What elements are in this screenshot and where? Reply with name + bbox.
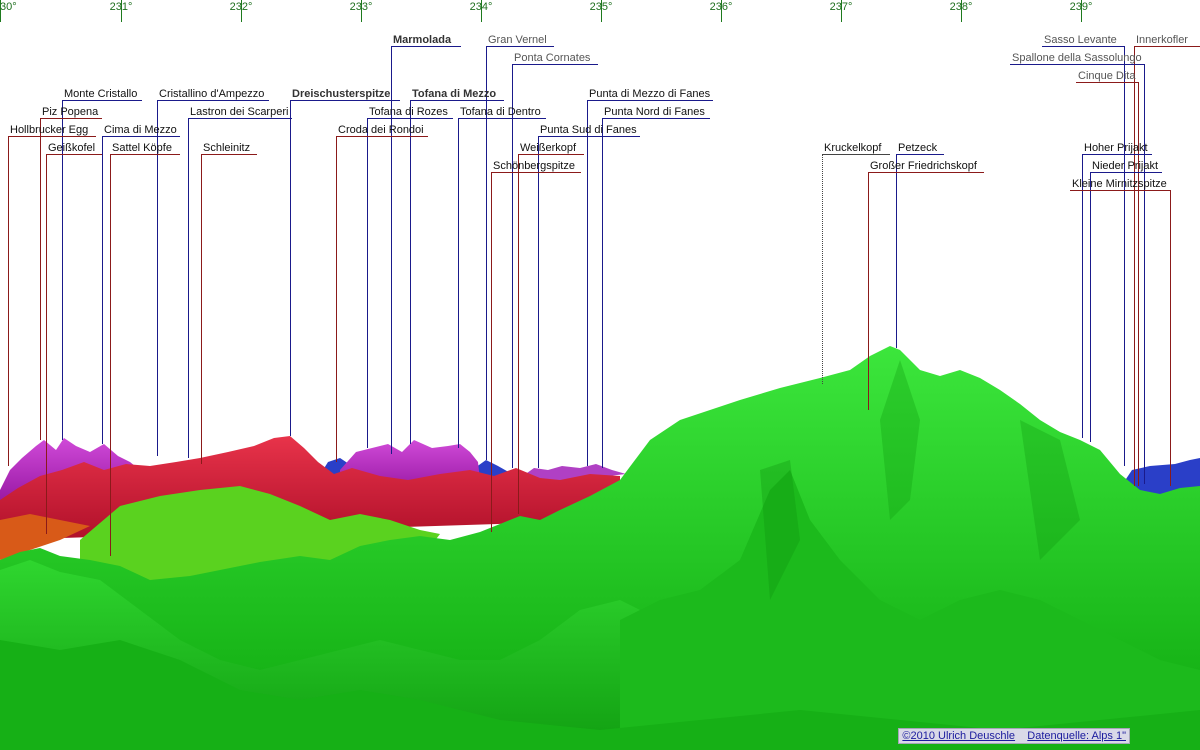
peak-label-lastron: Lastron dei Scarperi [190, 106, 289, 118]
peak-label-ponta-cornates: Ponta Cornates [514, 52, 591, 64]
peak-leader-sattel-koepfe [110, 154, 111, 556]
peak-label-weisserkopf: Weißerkopf [520, 142, 577, 154]
peak-label-tofana-di-mezzo: Tofana di Mezzo [412, 88, 497, 100]
axis-label-239: 239° [1069, 1, 1093, 13]
peak-leader-piz-popena [40, 118, 41, 440]
peak-label-kleine-mirnitzspitze: Kleine Mirnitzspitze [1072, 178, 1167, 190]
axis-label-236: 236° [709, 1, 733, 13]
axis-label-235: 235° [589, 1, 613, 13]
peak-label-grosser-friedrichskopf: Großer Friedrichskopf [870, 160, 977, 172]
peak-label-hollbrucker-egg: Hollbrucker Egg [10, 124, 89, 136]
peak-label-cristallino: Cristallino d'Ampezzo [159, 88, 265, 100]
copyright-link[interactable]: ©2010 Ulrich Deuschle [902, 730, 1015, 742]
peak-leader-tofana-di-dentro [458, 118, 459, 448]
peak-label-piz-popena: Piz Popena [42, 106, 99, 118]
axis-label-230: 30° [0, 1, 17, 13]
peak-leader-schoenbergspitze [491, 172, 492, 532]
peak-leader-punta-nord-fanes [602, 118, 603, 468]
peak-label-spallone: Spallone della Sassolungo [1012, 52, 1142, 64]
peak-leader-petzeck [896, 154, 897, 348]
peak-label-tofana-di-rozes: Tofana di Rozes [369, 106, 448, 118]
axis-label-232: 232° [229, 1, 253, 13]
peak-label-schoenbergspitze: Schönbergspitze [493, 160, 575, 172]
axis-label-237: 237° [829, 1, 853, 13]
peak-leader-tofana-di-mezzo [410, 100, 411, 444]
peak-leader-spallone [1144, 64, 1145, 484]
peak-label-nieder-prijakt: Nieder Prijakt [1092, 160, 1159, 172]
peak-leader-kleine-mirnitzspitze [1170, 190, 1171, 486]
peak-leader-weisserkopf [518, 154, 519, 514]
peak-leader-lastron [188, 118, 189, 458]
data-source-link[interactable]: Datenquelle: Alps 1" [1027, 730, 1126, 742]
peak-label-monte-cristallo: Monte Cristallo [64, 88, 138, 100]
peak-leader-cima-di-mezzo [102, 136, 103, 444]
peak-label-cima-di-mezzo: Cima di Mezzo [104, 124, 177, 136]
peak-label-croda-dei-rondoi: Croda dei Rondoi [338, 124, 424, 136]
peak-label-gran-vernel: Gran Vernel [488, 34, 547, 46]
peak-label-hoher-prijakt: Hoher Prijakt [1084, 142, 1148, 154]
peak-label-dreischusterspitze: Dreischusterspitze [292, 88, 391, 100]
axis-label-234: 234° [469, 1, 493, 13]
peak-label-sattel-koepfe: Sattel Köpfe [112, 142, 172, 154]
peak-label-sasso-levante: Sasso Levante [1044, 34, 1117, 46]
peak-leader-nieder-prijakt [1090, 172, 1091, 442]
peak-leader-innerkofler [1134, 46, 1135, 486]
peak-label-petzeck: Petzeck [898, 142, 938, 154]
peak-label-geisskofel: Geißkofel [48, 142, 96, 154]
peak-label-kruckelkopf: Kruckelkopf [824, 142, 882, 154]
peak-leader-hoher-prijakt [1082, 154, 1083, 438]
terrain-panorama [0, 346, 1200, 750]
peak-leader-schleinitz [201, 154, 202, 464]
peak-leader-geisskofel [46, 154, 47, 534]
peak-label-cinque-dita: Cinque Dita [1078, 70, 1136, 82]
peak-leader-sasso-levante [1124, 46, 1125, 466]
peak-leader-dreischusterspitze [290, 100, 291, 436]
axis-label-231: 231° [109, 1, 133, 13]
peak-label-punta-sud-fanes: Punta Sud di Fanes [540, 124, 637, 136]
peak-label-marmolada: Marmolada [393, 34, 452, 46]
peak-label-schleinitz: Schleinitz [203, 142, 251, 154]
peak-leader-punta-sud-fanes [538, 136, 539, 468]
peak-leader-grosser-friedrichskopf [868, 172, 869, 410]
axis-label-238: 238° [949, 1, 973, 13]
peak-label-punta-nord-fanes: Punta Nord di Fanes [604, 106, 705, 118]
credits-box: ©2010 Ulrich Deuschle Datenquelle: Alps … [898, 728, 1130, 744]
peak-leader-tofana-di-rozes [367, 118, 368, 448]
peak-label-innerkofler: Innerkofler [1136, 34, 1188, 46]
peak-label-punta-di-mezzo-fanes: Punta di Mezzo di Fanes [589, 88, 711, 100]
peak-leader-hollbrucker-egg [8, 136, 9, 466]
peak-leader-punta-di-mezzo-fanes [587, 100, 588, 466]
peak-leader-ponta-cornates [512, 64, 513, 468]
peak-leader-croda-dei-rondoi [336, 136, 337, 462]
peak-leader-kruckelkopf [822, 154, 824, 384]
axis-label-233: 233° [349, 1, 373, 13]
peak-label-tofana-di-dentro: Tofana di Dentro [460, 106, 541, 118]
